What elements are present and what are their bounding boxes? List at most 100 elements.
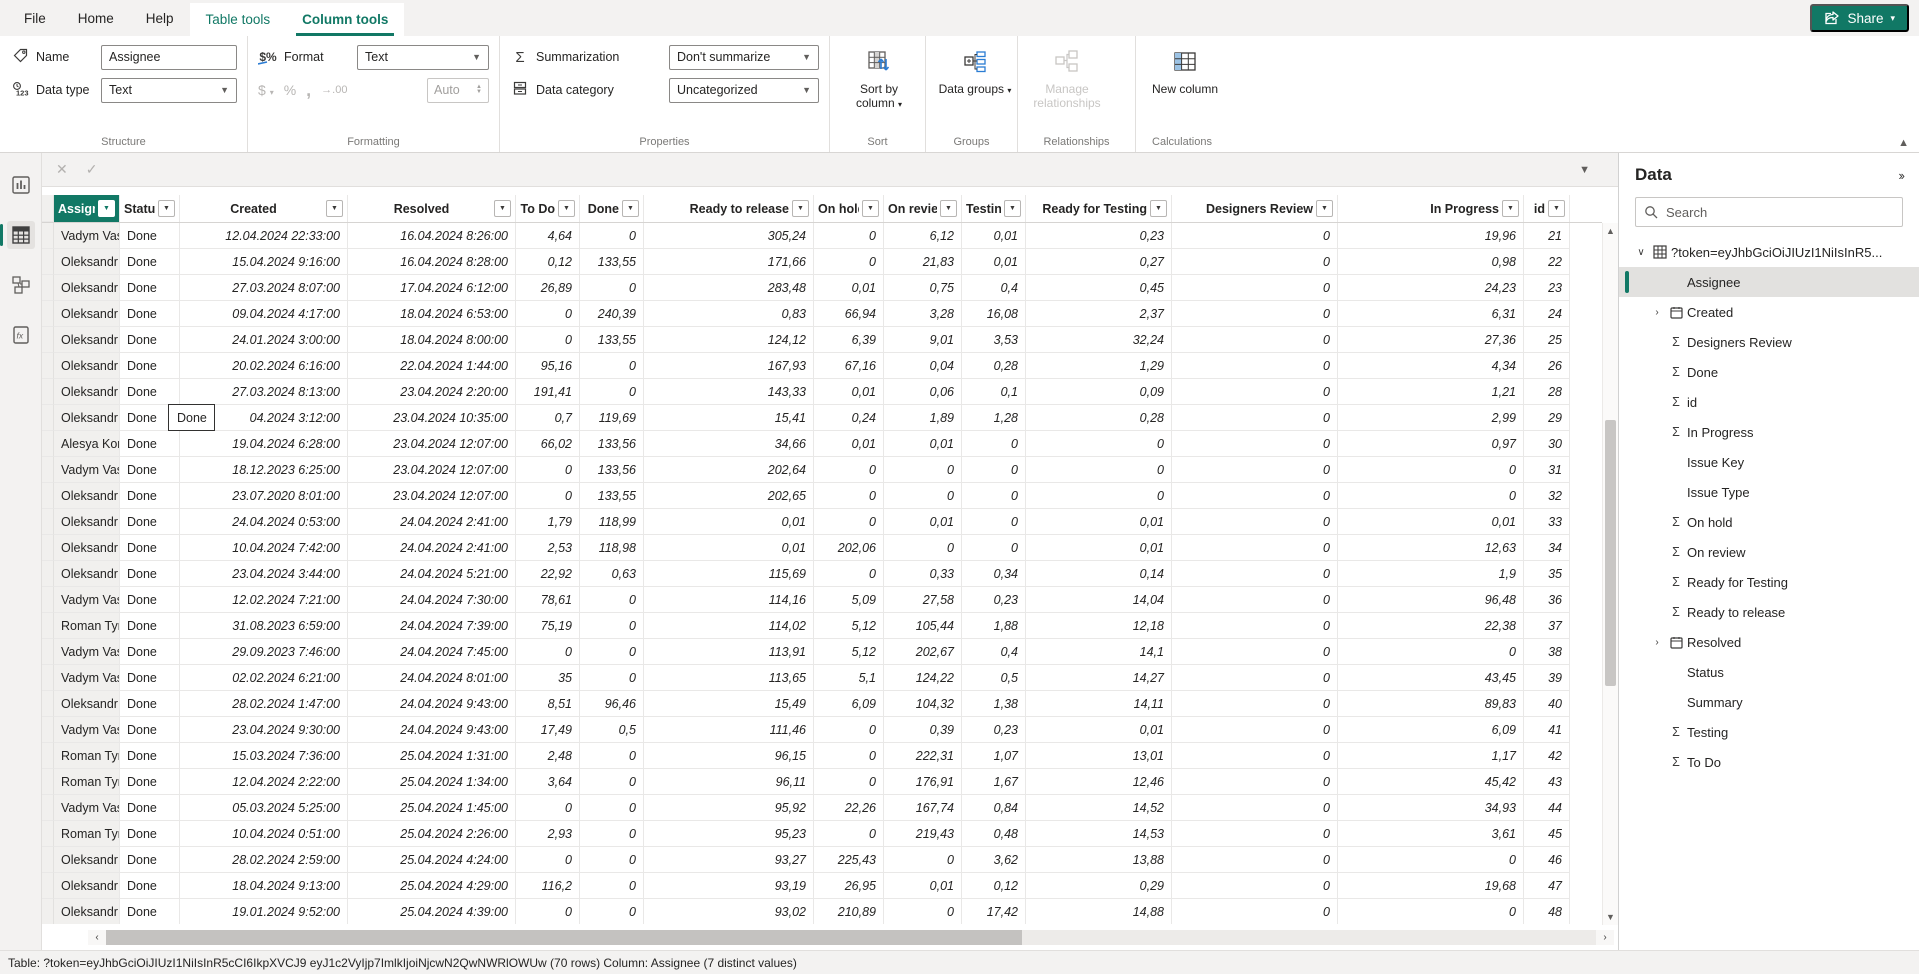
cell-assignee[interactable]: Vadym Vasy <box>54 457 120 483</box>
cell-on-review[interactable]: 222,31 <box>884 743 962 769</box>
cell-ready-to-release[interactable]: 171,66 <box>644 249 814 275</box>
cell-created[interactable]: 02.02.2024 6:21:00 <box>180 665 348 691</box>
column-header-in-progress[interactable]: In Progress▼ <box>1338 195 1524 222</box>
data-type-select[interactable]: Text▼ <box>101 78 237 103</box>
cell-resolved[interactable]: 25.04.2024 1:34:00 <box>348 769 516 795</box>
cell-id[interactable]: 45 <box>1524 821 1570 847</box>
cell-designers-review[interactable]: 0 <box>1172 405 1338 431</box>
chevron-right-icon[interactable]: › <box>1649 307 1665 318</box>
cell-created[interactable]: 15.04.2024 9:16:00 <box>180 249 348 275</box>
cell-on-hold[interactable]: 5,12 <box>814 613 884 639</box>
field-item-assignee[interactable]: Assignee <box>1619 267 1919 297</box>
cell-on-hold[interactable]: 26,95 <box>814 873 884 899</box>
cell-in-progress[interactable]: 43,45 <box>1338 665 1524 691</box>
cell-testing[interactable]: 0,4 <box>962 275 1026 301</box>
cell-to-do[interactable]: 66,02 <box>516 431 580 457</box>
cell-ready-to-release[interactable]: 0,83 <box>644 301 814 327</box>
cell-ready-to-release[interactable]: 96,15 <box>644 743 814 769</box>
cell-in-progress[interactable]: 22,38 <box>1338 613 1524 639</box>
cell-on-hold[interactable]: 0 <box>814 717 884 743</box>
cell-created[interactable]: 24.01.2024 3:00:00 <box>180 327 348 353</box>
cell-status[interactable]: Done <box>120 847 180 873</box>
cell-on-review[interactable]: 176,91 <box>884 769 962 795</box>
filter-dropdown-icon[interactable]: ▼ <box>326 200 343 217</box>
cell-status[interactable]: Done <box>120 899 180 924</box>
cell-testing[interactable]: 0,01 <box>962 249 1026 275</box>
cell-on-review[interactable]: 27,58 <box>884 587 962 613</box>
cell-ready-to-release[interactable]: 0,01 <box>644 509 814 535</box>
cell-ready-to-release[interactable]: 143,33 <box>644 379 814 405</box>
cell-status[interactable]: Done <box>120 275 180 301</box>
cell-to-do[interactable]: 0 <box>516 639 580 665</box>
cell-designers-review[interactable]: 0 <box>1172 327 1338 353</box>
cell-id[interactable]: 38 <box>1524 639 1570 665</box>
cell-to-do[interactable]: 4,64 <box>516 223 580 249</box>
cell-designers-review[interactable]: 0 <box>1172 873 1338 899</box>
cell-in-progress[interactable]: 6,09 <box>1338 717 1524 743</box>
cell-created[interactable]: 23.04.2024 9:30:00 <box>180 717 348 743</box>
cell-ready-to-release[interactable]: 113,65 <box>644 665 814 691</box>
cell-to-do[interactable]: 2,53 <box>516 535 580 561</box>
scroll-right-icon[interactable]: › <box>1596 930 1614 945</box>
cell-resolved[interactable]: 18.04.2024 6:53:00 <box>348 301 516 327</box>
cell-testing[interactable]: 0 <box>962 431 1026 457</box>
column-header-created[interactable]: Created▼ <box>180 195 348 222</box>
cell-resolved[interactable]: 23.04.2024 2:20:00 <box>348 379 516 405</box>
cell-created[interactable]: 27.03.2024 8:13:00 <box>180 379 348 405</box>
cell-testing[interactable]: 0,01 <box>962 223 1026 249</box>
cell-done[interactable]: 0 <box>580 821 644 847</box>
cell-status[interactable]: Done <box>120 743 180 769</box>
cell-ready-to-release[interactable]: 283,48 <box>644 275 814 301</box>
cell-assignee[interactable]: Roman Tym <box>54 821 120 847</box>
cell-created[interactable]: 27.03.2024 8:07:00 <box>180 275 348 301</box>
cell-assignee[interactable]: Oleksandr <box>54 275 120 301</box>
cell-testing[interactable]: 0,12 <box>962 873 1026 899</box>
cell-ready-for-testing[interactable]: 0,23 <box>1026 223 1172 249</box>
cell-done[interactable]: 133,56 <box>580 457 644 483</box>
field-item-in-progress[interactable]: ΣIn Progress <box>1619 417 1919 447</box>
cell-id[interactable]: 35 <box>1524 561 1570 587</box>
cell-resolved[interactable]: 24.04.2024 7:45:00 <box>348 639 516 665</box>
cell-assignee[interactable]: Oleksandr <box>54 301 120 327</box>
column-name-input[interactable]: Assignee <box>101 45 237 70</box>
cell-in-progress[interactable]: 24,23 <box>1338 275 1524 301</box>
cell-resolved[interactable]: 24.04.2024 7:39:00 <box>348 613 516 639</box>
cell-ready-to-release[interactable]: 202,64 <box>644 457 814 483</box>
cell-created[interactable]: 12.02.2024 7:21:00 <box>180 587 348 613</box>
cell-done[interactable]: 0 <box>580 769 644 795</box>
cell-in-progress[interactable]: 3,61 <box>1338 821 1524 847</box>
column-header-ready-to-release[interactable]: Ready to release▼ <box>644 195 814 222</box>
cell-designers-review[interactable]: 0 <box>1172 483 1338 509</box>
cell-in-progress[interactable]: 89,83 <box>1338 691 1524 717</box>
cell-ready-for-testing[interactable]: 0,09 <box>1026 379 1172 405</box>
cell-status[interactable]: Done <box>120 873 180 899</box>
cell-in-progress[interactable]: 19,68 <box>1338 873 1524 899</box>
cell-testing[interactable]: 16,08 <box>962 301 1026 327</box>
cell-on-hold[interactable]: 6,09 <box>814 691 884 717</box>
cell-in-progress[interactable]: 1,21 <box>1338 379 1524 405</box>
field-item-id[interactable]: Σid <box>1619 387 1919 417</box>
cell-on-hold[interactable]: 225,43 <box>814 847 884 873</box>
cell-testing[interactable]: 0,5 <box>962 665 1026 691</box>
cell-on-hold[interactable]: 6,39 <box>814 327 884 353</box>
cell-to-do[interactable]: 75,19 <box>516 613 580 639</box>
cell-id[interactable]: 31 <box>1524 457 1570 483</box>
cell-created[interactable]: 28.02.2024 2:59:00 <box>180 847 348 873</box>
tab-file[interactable]: File <box>8 0 62 36</box>
cell-created[interactable]: 24.04.2024 0:53:00 <box>180 509 348 535</box>
cell-done[interactable]: 0 <box>580 795 644 821</box>
cell-assignee[interactable]: Roman Tym <box>54 613 120 639</box>
cell-status[interactable]: Done <box>120 795 180 821</box>
cell-designers-review[interactable]: 0 <box>1172 691 1338 717</box>
data-category-select[interactable]: Uncategorized▼ <box>669 78 819 103</box>
cell-testing[interactable]: 17,42 <box>962 899 1026 924</box>
cell-done[interactable]: 118,99 <box>580 509 644 535</box>
cell-ready-to-release[interactable]: 93,19 <box>644 873 814 899</box>
cell-status[interactable]: Done <box>120 821 180 847</box>
cell-created[interactable]: 29.09.2023 7:46:00 <box>180 639 348 665</box>
thousands-separator-icon[interactable]: , <box>306 80 311 101</box>
cell-done[interactable]: 0 <box>580 379 644 405</box>
cell-resolved[interactable]: 23.04.2024 12:07:00 <box>348 431 516 457</box>
cell-on-hold[interactable]: 0,01 <box>814 431 884 457</box>
cancel-entry-icon[interactable]: ✕ <box>56 161 68 178</box>
